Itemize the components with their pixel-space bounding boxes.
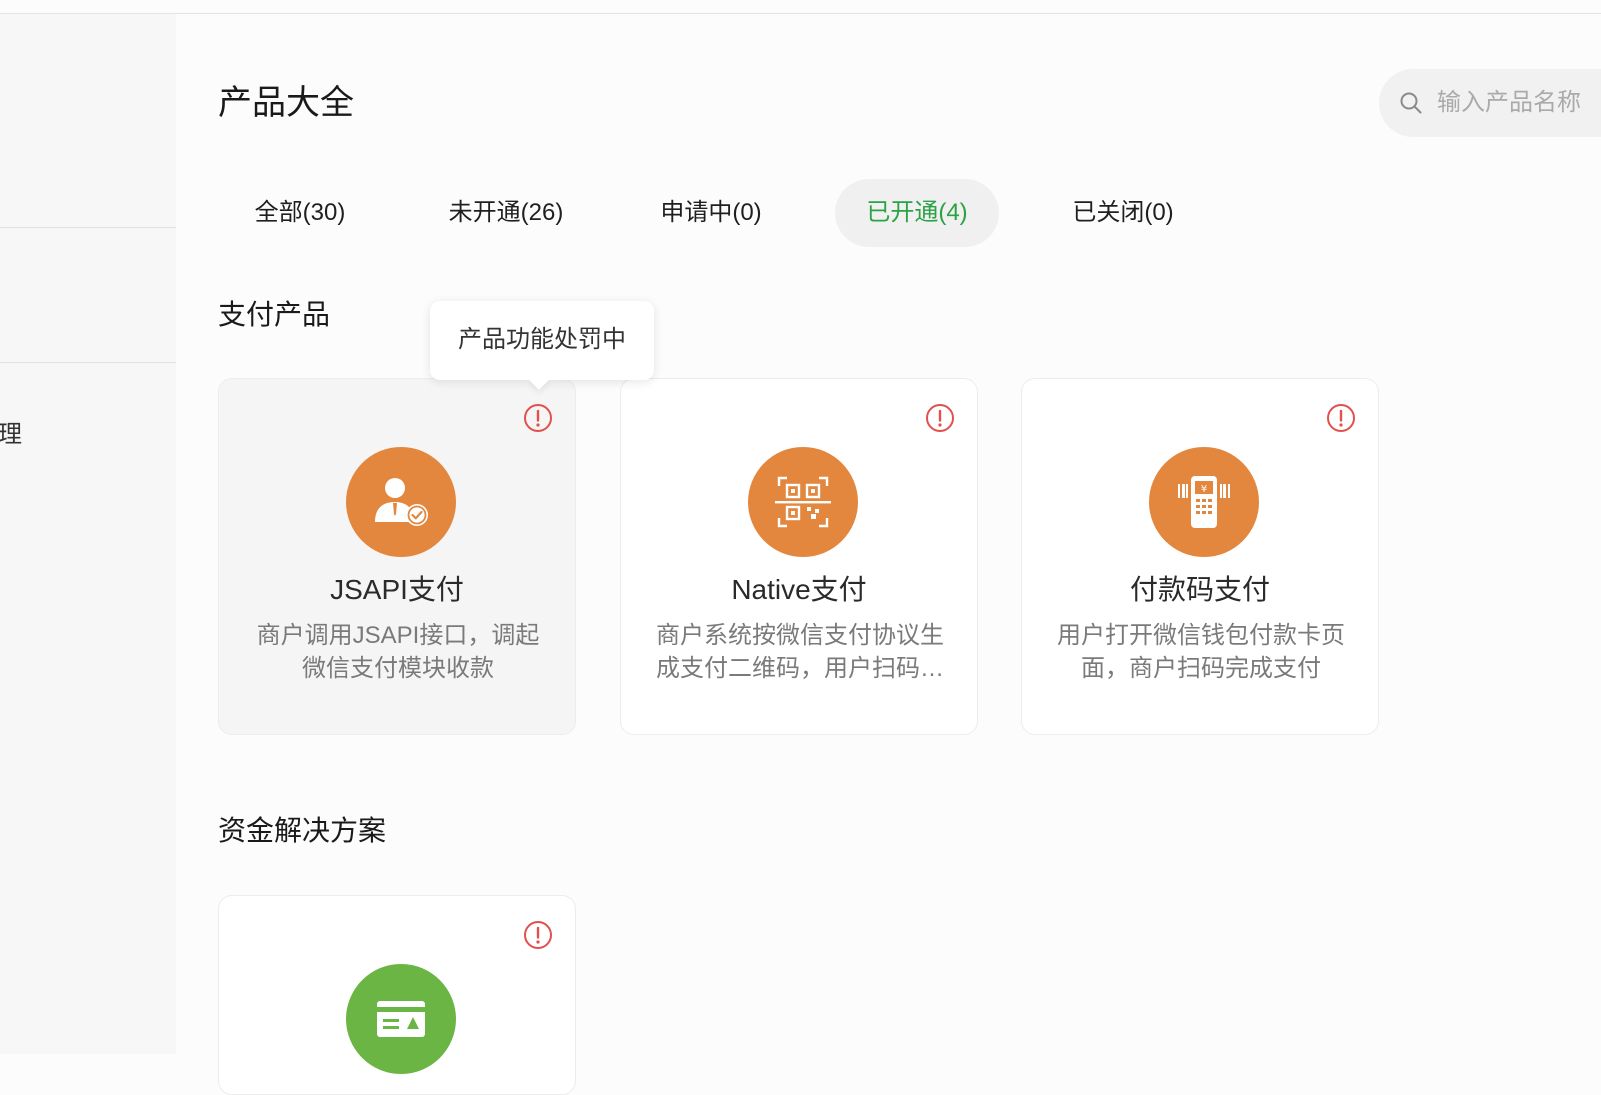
alert-icon[interactable]: [523, 403, 553, 433]
product-card-payment-code[interactable]: ¥ 付款码支付 用户打开微信钱包付款卡页面，商户扫码完成支付: [1021, 378, 1379, 735]
sidebar: 理: [0, 14, 176, 1054]
section-title-funds: 资金解决方案: [218, 815, 387, 846]
card-icon-bg: [748, 447, 858, 557]
search-icon: [1400, 92, 1422, 114]
tab-activated[interactable]: 已开通(4): [835, 179, 999, 247]
search-box[interactable]: [1379, 69, 1601, 137]
tooltip-text: 产品功能处罚中: [458, 326, 626, 353]
tab-all[interactable]: 全部(30): [218, 179, 382, 247]
alert-icon[interactable]: [1326, 403, 1356, 433]
svg-text:¥: ¥: [1201, 484, 1207, 495]
card-icon-bg: ¥: [1149, 447, 1259, 557]
pos-terminal-icon: ¥: [1178, 476, 1230, 528]
alert-icon[interactable]: [925, 403, 955, 433]
tab-not-activated[interactable]: 未开通(26): [424, 179, 588, 247]
product-card-fund[interactable]: [218, 895, 576, 1095]
sidebar-item-partial[interactable]: 理: [0, 414, 22, 449]
sidebar-divider: [0, 362, 176, 363]
tooltip: 产品功能处罚中: [430, 301, 654, 390]
card-title: JSAPI支付: [330, 574, 464, 605]
card-description: 商户调用JSAPI接口，调起微信支付模块收款: [256, 622, 540, 682]
sidebar-divider: [0, 227, 176, 228]
alert-icon[interactable]: [523, 920, 553, 950]
page-title: 产品大全: [218, 84, 354, 122]
card-title: 付款码支付: [1129, 574, 1270, 605]
qr-scan-icon: [775, 476, 831, 528]
tab-applying[interactable]: 申请中(0): [629, 179, 793, 247]
product-card-native[interactable]: Native支付 商户系统按微信支付协议生成支付二维码，用户扫码完成支付: [620, 378, 978, 735]
section-title-payment: 支付产品: [218, 299, 331, 330]
card-description: 商户系统按微信支付协议生成支付二维码，用户扫码完成支付: [656, 622, 944, 682]
card-account-icon: [377, 1001, 425, 1037]
card-description: 用户打开微信钱包付款卡页面，商户扫码完成支付: [1057, 622, 1345, 682]
card-title: Native支付: [731, 574, 867, 605]
tab-closed[interactable]: 已关闭(0): [1041, 179, 1205, 247]
user-check-icon: [375, 478, 428, 526]
card-icon-bg: [346, 447, 456, 557]
product-card-jsapi[interactable]: JSAPI支付 商户调用JSAPI接口，调起微信支付模块收款: [218, 378, 576, 735]
card-icon-bg: [346, 964, 456, 1074]
search-input[interactable]: [1437, 83, 1601, 123]
